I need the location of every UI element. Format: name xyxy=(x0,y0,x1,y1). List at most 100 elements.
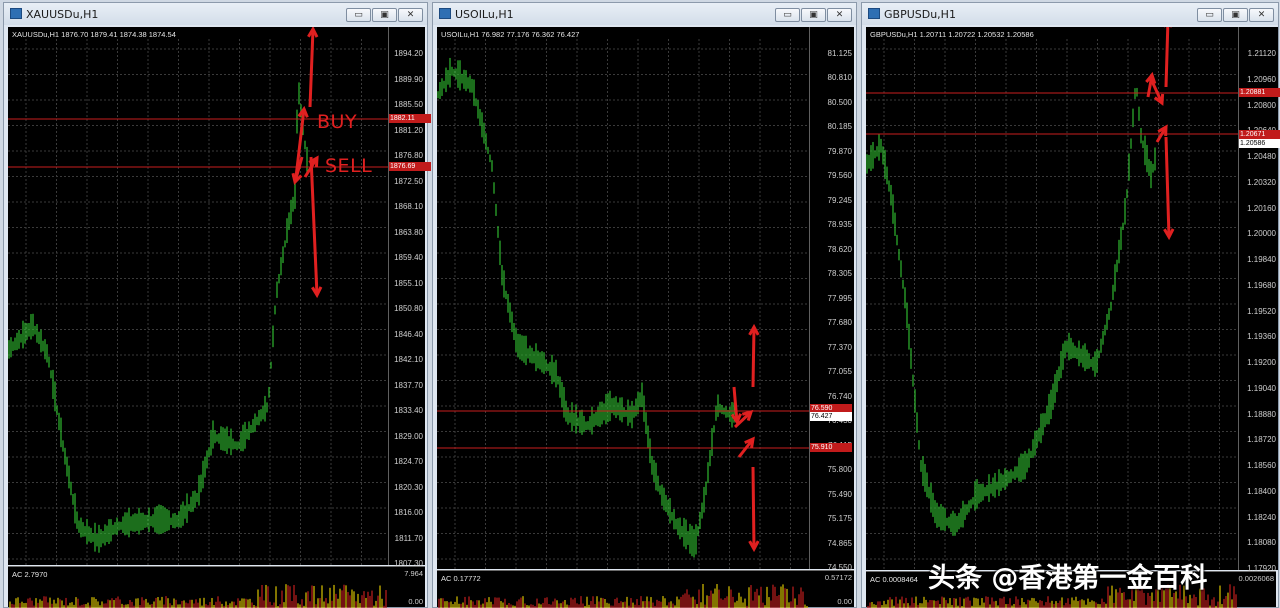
price-tick-label: 1.19040 xyxy=(1247,383,1276,393)
price-tick-label: 1.19360 xyxy=(1247,332,1276,342)
lower-line-price-tag: 1.20671 xyxy=(1239,130,1280,139)
price-tick-label: 1863.80 xyxy=(394,227,423,237)
price-tick-label: 1.21120 xyxy=(1247,49,1276,58)
buy-line-price-tag: 1882.11 xyxy=(389,114,431,123)
price-tick-label: 78.305 xyxy=(827,269,852,279)
price-tick-label: 1889.90 xyxy=(394,74,423,84)
annotation-arrow xyxy=(1149,78,1165,106)
chart-window-xauusd[interactable]: XAUUSDu,H1 ▭ ▣ ✕ XAUUSDu,H1 1876.70 1879… xyxy=(3,2,431,608)
ac-indicator-panel[interactable]: AC 0.17772 0.57172 0.00 xyxy=(437,570,854,608)
arrow-shaft xyxy=(1164,136,1171,238)
price-tick-label: 1842.10 xyxy=(394,355,423,364)
minimize-button[interactable]: ▭ xyxy=(1197,8,1222,22)
arrow-shaft xyxy=(309,156,319,296)
price-tick-label: 1855.10 xyxy=(394,278,423,288)
price-tick-label: 1.20160 xyxy=(1247,203,1276,213)
ac-indicator-panel[interactable]: AC 2.7970 7.964 0.00 xyxy=(8,566,425,608)
indicator-zero: 0.00 xyxy=(408,597,423,606)
annotation-arrow xyxy=(730,386,742,426)
price-chart[interactable]: GBPUSDu,H1 1.20711 1.20722 1.20532 1.205… xyxy=(866,27,1238,570)
price-tick-label: 1868.10 xyxy=(394,202,423,211)
indicator-max: 7.964 xyxy=(404,569,423,578)
price-tick-label: 1.20480 xyxy=(1247,152,1276,161)
price-tick-label: 1811.70 xyxy=(394,533,423,543)
price-tick-label: 1833.40 xyxy=(394,406,423,415)
chart-header: USOILu,H1 76.982 77.176 76.362 76.427 xyxy=(441,30,580,39)
price-tick-label: 1816.00 xyxy=(394,508,423,517)
price-tick-label: 76.740 xyxy=(827,391,852,401)
price-tick-label: 75.800 xyxy=(827,465,852,475)
price-tick-label: 1.19520 xyxy=(1247,306,1276,316)
price-tick-label: 1824.70 xyxy=(394,457,423,466)
lower-line-price-tag: 75.910 xyxy=(810,443,852,452)
annotation-arrow xyxy=(748,323,760,388)
price-tick-label: 74.865 xyxy=(827,538,852,548)
chart-header: XAUUSDu,H1 1876.70 1879.41 1874.38 1874.… xyxy=(12,30,176,39)
price-axis: 1894.20 1889.90 1885.50 1881.20 1876.80 1872.… xyxy=(388,27,431,568)
price-tick-label: 1.19840 xyxy=(1247,255,1276,264)
price-tick-label: 79.870 xyxy=(827,146,852,156)
sell-line-price-tag: 1876.69 xyxy=(389,162,431,171)
chart-window-icon xyxy=(868,8,880,19)
price-tick-label: 1846.40 xyxy=(394,329,423,339)
titlebar[interactable]: USOILu,H1 ▭ ▣ ✕ xyxy=(433,3,856,25)
indicator-label: AC 2.7970 xyxy=(12,570,48,579)
annotation-arrow xyxy=(1163,136,1175,241)
desktop: XAUUSDu,H1 ▭ ▣ ✕ XAUUSDu,H1 1876.70 1879… xyxy=(0,0,1280,608)
window-title: USOILu,H1 xyxy=(455,8,514,21)
titlebar[interactable]: GBPUSDu,H1 ▭ ▣ ✕ xyxy=(862,3,1278,25)
chart-window-usoil[interactable]: USOILu,H1 ▭ ▣ ✕ USOILu,H1 76.982 77.176 … xyxy=(432,2,857,608)
chart-window-icon xyxy=(439,8,451,19)
price-tick-label: 1850.80 xyxy=(394,304,423,313)
price-tick-label: 77.680 xyxy=(827,318,852,328)
restore-button[interactable]: ▣ xyxy=(801,8,826,22)
price-tick-label: 1.20960 xyxy=(1247,74,1276,84)
price-tick-label: 1.20800 xyxy=(1247,100,1276,110)
price-chart[interactable]: USOILu,H1 76.982 77.176 76.362 76.427 xyxy=(437,27,809,569)
indicator-label: AC 0.17772 xyxy=(441,574,481,583)
indicator-max: 0.0026068 xyxy=(1238,574,1274,583)
price-chart-canvas xyxy=(437,39,809,569)
price-tick-label: 1.18880 xyxy=(1247,409,1276,419)
chart-window-gbpusd[interactable]: GBPUSDu,H1 ▭ ▣ ✕ GBPUSDu,H1 1.20711 1.20… xyxy=(861,2,1280,608)
price-tick-label: 80.810 xyxy=(827,73,852,83)
minimize-button[interactable]: ▭ xyxy=(775,8,800,22)
price-tick-label: 1.18560 xyxy=(1247,461,1276,470)
restore-button[interactable]: ▣ xyxy=(372,8,397,22)
price-tick-label: 75.490 xyxy=(827,489,852,499)
price-tick-label: 79.245 xyxy=(827,195,852,205)
price-tick-label: 1.18400 xyxy=(1247,486,1276,496)
titlebar[interactable]: XAUUSDu,H1 ▭ ▣ ✕ xyxy=(4,3,427,25)
sell-annotation: SELL xyxy=(325,155,373,177)
close-button[interactable]: ✕ xyxy=(827,8,852,22)
arrow-shaft xyxy=(1164,27,1170,88)
minimize-button[interactable]: ▭ xyxy=(346,8,371,22)
price-tick-label: 1881.20 xyxy=(394,125,423,135)
price-tick-label: 1859.40 xyxy=(394,253,423,262)
price-chart[interactable]: XAUUSDu,H1 1876.70 1879.41 1874.38 1874.… xyxy=(8,27,388,565)
price-tick-label: 1.19200 xyxy=(1247,358,1276,367)
close-button[interactable]: ✕ xyxy=(1249,8,1274,22)
price-tick-label: 75.175 xyxy=(827,514,852,524)
price-tick-label: 1837.70 xyxy=(394,380,423,390)
ac-histogram xyxy=(9,584,387,608)
price-tick-label: 1876.80 xyxy=(394,151,423,160)
current-price-tag: 1.20586 xyxy=(1239,139,1280,148)
price-tick-label: 1820.30 xyxy=(394,482,423,492)
indicator-max: 0.57172 xyxy=(824,573,852,582)
price-chart-canvas xyxy=(866,27,1238,570)
price-tick-label: 80.500 xyxy=(827,97,852,107)
watermark: 头条 @香港第一金百科 xyxy=(928,563,1208,594)
current-price-tag: 76.427 xyxy=(810,412,852,421)
chart-header: GBPUSDu,H1 1.20711 1.20722 1.20532 1.205… xyxy=(870,30,1034,39)
price-tick-label: 81.125 xyxy=(827,49,852,58)
restore-button[interactable]: ▣ xyxy=(1223,8,1248,22)
price-tick-label: 1.18080 xyxy=(1247,538,1276,548)
buy-annotation: BUY xyxy=(317,111,358,133)
price-tick-label: 1.19680 xyxy=(1247,280,1276,290)
price-tick-label: 80.185 xyxy=(827,122,852,132)
price-tick-label: 77.055 xyxy=(827,367,852,377)
price-tick-label: 1894.20 xyxy=(394,49,423,58)
close-button[interactable]: ✕ xyxy=(398,8,423,22)
price-axis: 1.211201.209601.208001.206401.204801.203… xyxy=(1238,27,1280,573)
